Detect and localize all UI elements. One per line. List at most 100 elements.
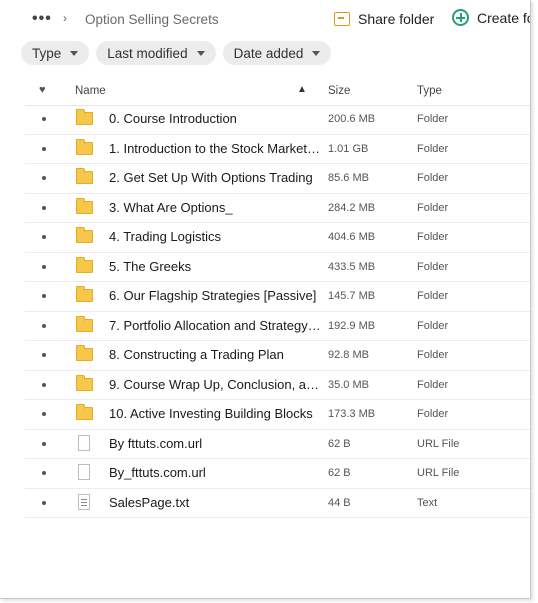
table-row[interactable]: 10. Active Investing Building Blocks 173.…: [25, 400, 530, 430]
folder-icon: [76, 315, 93, 332]
table-row[interactable]: 0. Course Introduction 200.6 MB Folder: [25, 105, 530, 135]
column-header-size[interactable]: Size: [328, 85, 350, 97]
item-type: URL File: [417, 467, 460, 479]
item-name[interactable]: 6. Our Flagship Strategies [Passive]: [109, 288, 321, 303]
item-type: Folder: [417, 408, 449, 420]
folder-icon: [76, 109, 93, 125]
item-size: 1.01 GB: [328, 142, 369, 155]
table-row[interactable]: SalesPage.txt 44 B Text: [25, 489, 530, 518]
item-type: Folder: [417, 172, 449, 184]
item-size: 62 B: [328, 437, 351, 450]
item-size: 145.7 MB: [328, 290, 376, 302]
favorite-dot-icon[interactable]: [42, 264, 46, 269]
folder-icon: [76, 138, 93, 155]
item-name[interactable]: 1. Introduction to the Stock Market and …: [109, 141, 321, 156]
item-name[interactable]: 8. Constructing a Trading Plan: [109, 347, 321, 362]
item-name[interactable]: By_fttuts.com.url: [109, 465, 321, 480]
favorite-dot-icon[interactable]: [42, 441, 46, 446]
item-name[interactable]: 4. Trading Logistics: [109, 229, 321, 244]
table-row[interactable]: By fttuts.com.url 62 B URL File: [25, 430, 530, 459]
item-type: Folder: [417, 319, 449, 332]
create-folder-label: Create fol: [477, 9, 530, 26]
chevron-down-icon: [70, 50, 79, 56]
item-size: 192.9 MB: [328, 319, 376, 332]
favorite-dot-icon[interactable]: [42, 205, 46, 210]
item-type: Folder: [417, 142, 449, 155]
item-type: Text: [417, 496, 438, 509]
table-row[interactable]: By_fttuts.com.url 62 B URL File: [25, 459, 530, 489]
item-size: 200.6 MB: [328, 113, 376, 125]
breadcrumb[interactable]: Option Selling Secrets: [85, 12, 219, 27]
favorite-dot-icon[interactable]: [42, 500, 46, 505]
share-folder-button[interactable]: Share folder: [334, 11, 434, 27]
item-name[interactable]: SalesPage.txt: [109, 495, 321, 510]
favorite-dot-icon[interactable]: [42, 235, 46, 239]
share-folder-label: Share folder: [358, 11, 435, 27]
sort-ascending-icon[interactable]: ▲: [297, 84, 307, 95]
favorite-dot-icon[interactable]: [42, 117, 46, 121]
favorite-dot-icon[interactable]: [42, 412, 46, 416]
item-name[interactable]: 7. Portfolio Allocation and Strategy Sel…: [109, 318, 321, 333]
folder-icon: [76, 256, 93, 273]
favorite-dot-icon[interactable]: [42, 146, 46, 151]
table-row[interactable]: 9. Course Wrap Up, Conclusion, and Next …: [25, 371, 530, 400]
item-size: 85.6 MB: [328, 172, 369, 184]
item-size: 433.5 MB: [328, 260, 376, 273]
item-type: Folder: [417, 260, 449, 273]
filter-bar: Type Last modified Date added: [21, 41, 332, 65]
item-size: 62 B: [328, 467, 351, 479]
share-folder-icon: [334, 12, 350, 26]
folder-icon: [76, 227, 93, 243]
favorite-dot-icon[interactable]: [42, 176, 46, 180]
folder-icon: [76, 168, 93, 184]
file-browser-window: ••• › Option Selling Secrets Share folde…: [0, 0, 531, 599]
item-type: Folder: [417, 290, 449, 302]
table-row[interactable]: 6. Our Flagship Strategies [Passive] 145.…: [25, 282, 530, 312]
item-name[interactable]: 0. Course Introduction: [109, 111, 321, 126]
item-type: Folder: [417, 231, 449, 243]
item-type: Folder: [417, 113, 449, 125]
item-type: Folder: [417, 378, 449, 391]
favorite-dot-icon[interactable]: [42, 382, 46, 387]
item-name[interactable]: 3. What Are Options_: [109, 200, 321, 215]
favorite-dot-icon[interactable]: [42, 353, 46, 357]
top-bar: ••• › Option Selling Secrets Share folde…: [0, 0, 530, 38]
item-name[interactable]: 9. Course Wrap Up, Conclusion, and Next …: [109, 377, 321, 392]
table-row[interactable]: 7. Portfolio Allocation and Strategy Sel…: [25, 312, 530, 341]
item-name[interactable]: 2. Get Set Up With Options Trading: [109, 170, 321, 185]
item-size: 284.2 MB: [328, 201, 376, 214]
item-name[interactable]: By fttuts.com.url: [109, 436, 321, 451]
folder-icon: [76, 404, 93, 420]
plus-circle-icon: [452, 9, 469, 26]
item-name[interactable]: 5. The Greeks: [109, 259, 321, 274]
item-name[interactable]: 10. Active Investing Building Blocks: [109, 406, 321, 421]
table-row[interactable]: 8. Constructing a Trading Plan 92.8 MB Fol…: [25, 341, 530, 371]
favorite-dot-icon[interactable]: [42, 294, 46, 298]
folder-icon: [76, 345, 93, 361]
folder-icon: [76, 286, 93, 302]
filter-date-added-label: Date added: [233, 45, 304, 61]
item-type: URL File: [417, 437, 460, 450]
table-row[interactable]: 2. Get Set Up With Options Trading 85.6 M…: [25, 164, 530, 194]
filter-type-button[interactable]: Type: [21, 41, 90, 65]
item-size: 404.6 MB: [328, 231, 376, 243]
column-header-type[interactable]: Type: [417, 85, 442, 97]
breadcrumb-chevron-icon: ›: [63, 11, 67, 25]
file-list: 0. Course Introduction 200.6 MB Folder 1. I…: [25, 105, 530, 518]
favorite-dot-icon[interactable]: [42, 471, 46, 475]
column-header-name[interactable]: Name: [75, 85, 106, 97]
filter-last-modified-button[interactable]: Last modified: [96, 41, 216, 65]
favorite-dot-icon[interactable]: [42, 323, 46, 328]
item-type: Folder: [417, 201, 449, 214]
table-row[interactable]: 5. The Greeks 433.5 MB Folder: [25, 253, 530, 282]
filter-date-added-button[interactable]: Date added: [222, 41, 332, 65]
table-row[interactable]: 4. Trading Logistics 404.6 MB Folder: [25, 223, 530, 253]
table-row[interactable]: 1. Introduction to the Stock Market and …: [25, 135, 530, 164]
table-row[interactable]: 3. What Are Options_ 284.2 MB Folder: [25, 194, 530, 223]
favorite-column-heart-icon[interactable]: ♥: [39, 84, 46, 96]
create-folder-button[interactable]: Create fol: [452, 9, 530, 26]
text-file-icon: [78, 493, 90, 510]
item-size: 92.8 MB: [328, 349, 369, 361]
item-type: Folder: [417, 349, 449, 361]
more-options-icon[interactable]: •••: [32, 10, 52, 28]
